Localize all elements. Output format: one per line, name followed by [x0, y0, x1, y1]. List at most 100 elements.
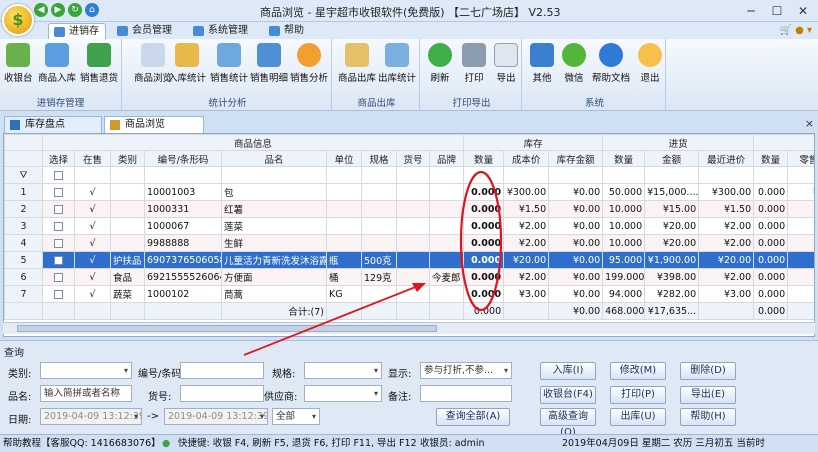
scrollbar-thumb[interactable]	[17, 325, 437, 332]
sales-stats-button[interactable]: 销售统计	[210, 43, 248, 84]
forward-icon[interactable]: ▶	[51, 3, 65, 17]
cell-sqty: 0.000	[753, 268, 789, 286]
col-header-unit[interactable]: 单位	[326, 150, 362, 167]
col-header-name[interactable]: 品名	[221, 150, 327, 167]
col-header-sku[interactable]: 货号	[396, 150, 430, 167]
tab-member[interactable]: 会员管理	[112, 23, 178, 39]
row-select-checkbox[interactable]	[42, 183, 75, 201]
col-header-brand[interactable]: 品牌	[428, 150, 465, 167]
col-header-select[interactable]: 选择	[42, 150, 75, 167]
col-header-retail-price[interactable]: 零售价	[787, 150, 814, 167]
col-header-last-price[interactable]: 最近进价	[698, 150, 755, 167]
status-help-link[interactable]: 帮助教程【客服QQ: 1416683076】	[3, 435, 161, 452]
inbound-button[interactable]: 入库(I)	[540, 362, 596, 380]
row-select-checkbox[interactable]	[42, 234, 75, 252]
date-to-picker[interactable]: 2019-04-09 13:12:39	[164, 408, 268, 425]
spec-select[interactable]	[304, 362, 382, 379]
close-button[interactable]: ✕	[790, 2, 816, 20]
display-select[interactable]: 参与打折,不参...	[420, 362, 512, 379]
refresh-icon[interactable]: ↻	[68, 3, 82, 17]
sales-return-button[interactable]: 销售退货	[80, 43, 118, 84]
col-header-purchase-amount[interactable]: 金额	[644, 150, 700, 167]
row-header[interactable]: 6	[4, 268, 43, 286]
export-button[interactable]: 导出	[494, 43, 518, 84]
tab-help[interactable]: 帮助	[264, 23, 310, 39]
sales-detail-button[interactable]: 销售明细	[250, 43, 288, 84]
back-icon[interactable]: ◀	[34, 3, 48, 17]
date-range-select[interactable]: 全部	[272, 408, 320, 425]
help-h-button[interactable]: 帮助(H)	[680, 408, 736, 426]
col-header-cost[interactable]: 成本价	[503, 150, 550, 167]
minimize-button[interactable]: ─	[738, 2, 764, 20]
table-row[interactable]: 2 √ 1000331 红薯 0.000 ¥1.50 ¥0.00 10.000 ¥15.00 ¥1…	[4, 200, 814, 218]
stock-in-button[interactable]: 商品入库	[38, 43, 76, 84]
delete-button[interactable]: 删除(D)	[680, 362, 736, 380]
category-select[interactable]	[40, 362, 132, 379]
filter-icon[interactable]: ⛛	[4, 166, 43, 184]
outbound-stats-button[interactable]: 出库统计	[378, 43, 416, 84]
code-input[interactable]	[180, 362, 264, 379]
stock-out-button[interactable]: 商品出库	[338, 43, 376, 84]
export-e-button[interactable]: 导出(E)	[680, 386, 736, 404]
table-row[interactable]: 6 √ 食品 6921555526064 方便面桶 129克 今麦郎 0.000 ¥2.00 ¥0…	[4, 268, 814, 286]
col-header-sales-qty[interactable]: 数量	[753, 150, 789, 167]
cashier-icon	[6, 43, 31, 67]
doc-tab-stock-count[interactable]: 库存盘点	[4, 116, 102, 133]
name-input[interactable]: 输入简拼或者名称	[40, 385, 132, 402]
close-tab-icon[interactable]: ×	[805, 117, 814, 130]
sku-input[interactable]	[180, 385, 264, 402]
print-p-button[interactable]: 打印(P)	[610, 386, 666, 404]
row-header[interactable]: 3	[4, 217, 43, 235]
row-select-checkbox[interactable]	[42, 217, 75, 235]
row-header[interactable]: 5	[4, 251, 43, 269]
row-select-checkbox[interactable]	[42, 251, 75, 269]
table-row[interactable]: 5 √ 护扶品 6907376506058 儿童活力青新洗发沐浴露瓶 500克 0.000 ¥…	[4, 251, 814, 269]
date-from-picker[interactable]: 2019-04-09 13:12:39	[40, 408, 142, 425]
help-doc-button[interactable]: 帮助文档	[592, 43, 630, 84]
row-header[interactable]: 7	[4, 285, 43, 303]
edit-button[interactable]: 修改(M)	[610, 362, 666, 380]
cell-unit	[326, 200, 362, 218]
product-browse-button[interactable]: 商品浏览	[134, 43, 172, 84]
col-header-spec[interactable]: 规格	[361, 150, 397, 167]
table-row[interactable]: 7 √ 蔬菜 1000102 茼蒿 KG 0.000 ¥3.00 ¥0.00 94.000 ¥282…	[4, 285, 814, 303]
maximize-button[interactable]: ☐	[764, 2, 790, 20]
row-select-checkbox[interactable]	[42, 200, 75, 218]
row-select-checkbox[interactable]	[42, 285, 75, 303]
table-row[interactable]: 3 √ 1000067 莲菜 0.000 ¥2.00 ¥0.00 10.000 ¥20.00 ¥2…	[4, 217, 814, 235]
advanced-query-button[interactable]: 高级查询(Q)	[540, 408, 596, 438]
ribbon-right-icons[interactable]: 🛒 ● ▾	[779, 25, 812, 36]
col-header-code[interactable]: 编号/条形码	[144, 150, 222, 167]
table-row[interactable]: 4 √ 9988888 生鲜 0.000 ¥2.00 ¥0.00 10.000 ¥20.00 ¥2…	[4, 234, 814, 252]
supplier-select[interactable]	[304, 385, 382, 402]
col-header-category[interactable]: 类别	[110, 150, 145, 167]
cashier-f4-button[interactable]: 收银台(F4)	[540, 386, 596, 404]
row-select-checkbox[interactable]	[42, 268, 75, 286]
outbound-button[interactable]: 出库(U)	[610, 408, 666, 426]
row-header[interactable]: 4	[4, 234, 43, 252]
sales-analysis-button[interactable]: 销售分析	[290, 43, 328, 84]
doc-tab-product-browse[interactable]: 商品浏览	[104, 116, 204, 133]
row-header[interactable]: 2	[4, 200, 43, 218]
print-button[interactable]: 打印	[462, 43, 486, 84]
cashier-button[interactable]: 收银台	[4, 43, 33, 84]
horizontal-scrollbar[interactable]	[3, 322, 815, 334]
row-header[interactable]: 1	[4, 183, 43, 201]
tab-system[interactable]: 系统管理	[188, 23, 254, 39]
table-row[interactable]: 1 √ 10001003 包 0.000 ¥300.00 ¥0.00 50.000 ¥15,00…	[4, 183, 814, 201]
col-header-stock-qty[interactable]: 数量	[463, 150, 505, 167]
wechat-button[interactable]: 微信	[562, 43, 586, 84]
inbound-stats-button[interactable]: 入库统计	[168, 43, 206, 84]
home-icon[interactable]: ⌂	[85, 3, 99, 17]
note-input[interactable]	[420, 385, 512, 402]
exit-button[interactable]: 退出	[638, 43, 662, 84]
col-header-stock-amount[interactable]: 库存金额	[548, 150, 604, 167]
other-button[interactable]: 其他	[530, 43, 554, 84]
col-header-on-sale[interactable]: 在售	[74, 150, 111, 167]
query-all-button[interactable]: 查询全部(A)	[436, 408, 510, 426]
app-menu-button[interactable]: $	[2, 4, 34, 36]
refresh-button[interactable]: 刷新	[428, 43, 452, 84]
select-all-checkbox[interactable]	[42, 166, 75, 184]
col-header-purchase-qty[interactable]: 数量	[602, 150, 646, 167]
tab-inventory[interactable]: 进销存	[48, 23, 106, 39]
